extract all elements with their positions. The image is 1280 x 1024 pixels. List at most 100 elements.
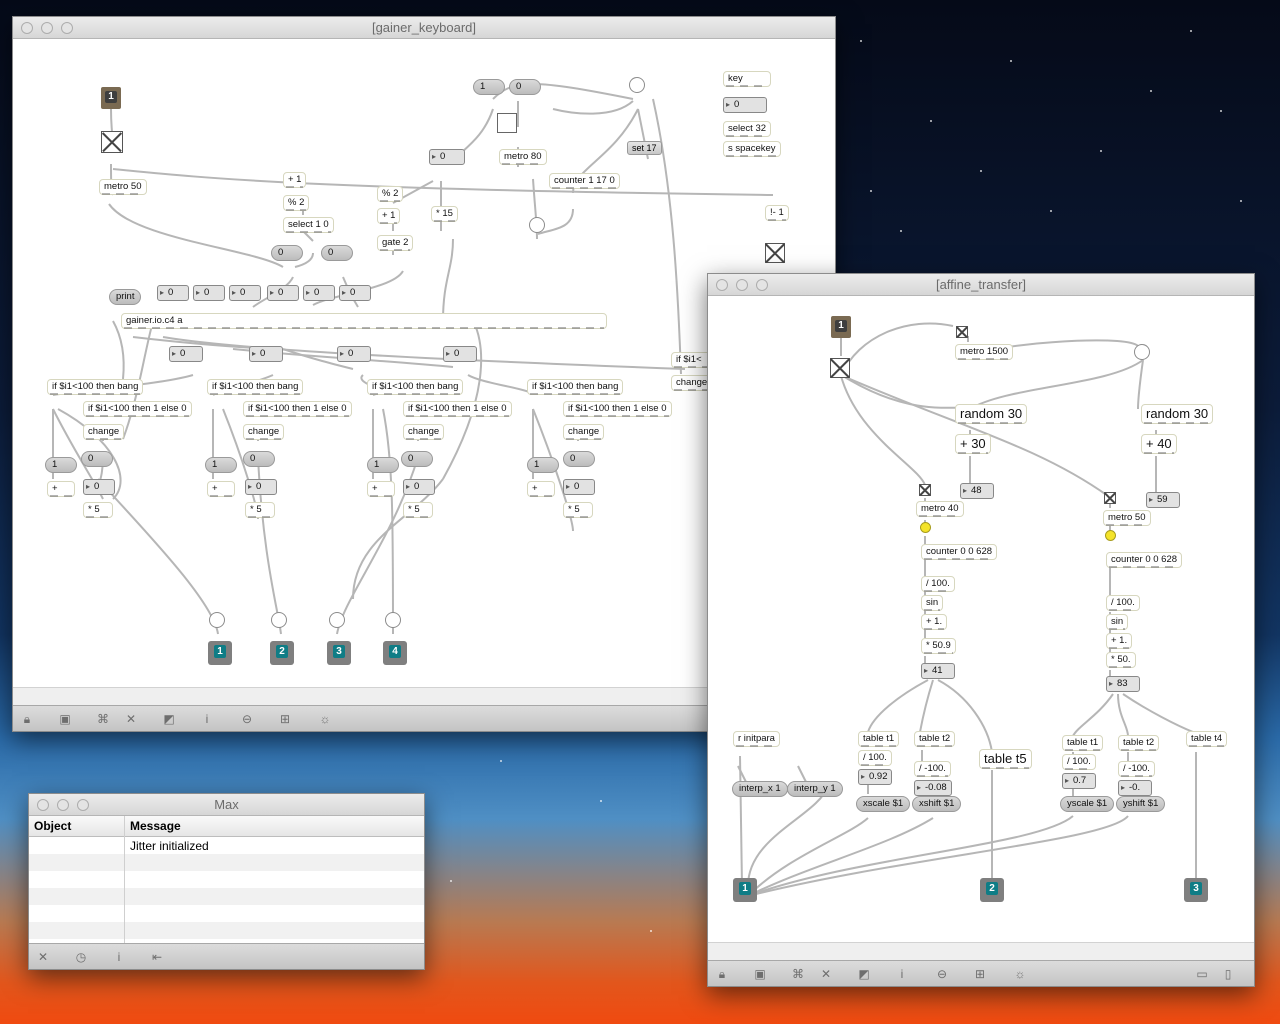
inlet-1[interactable]: 1 — [101, 87, 121, 109]
message-0-b[interactable]: 0 — [321, 245, 353, 261]
number-box-io-6[interactable]: 0 — [339, 285, 371, 301]
object-counter-a[interactable]: counter 0 0 628 — [921, 544, 998, 560]
object-gate-2[interactable]: gate 2 — [377, 235, 414, 251]
object-plus-1-b[interactable]: + 1 — [377, 208, 401, 224]
lock-icon[interactable]: 🔒︎ — [19, 711, 35, 727]
object-if-bang-3[interactable]: if $i1<100 then bang — [367, 379, 464, 395]
message-1[interactable]: 1 — [473, 79, 505, 95]
number-box-io-4[interactable]: 0 — [267, 285, 299, 301]
zoom-button[interactable] — [77, 799, 89, 811]
info-icon[interactable]: i — [894, 966, 910, 982]
inspector-icon[interactable]: ◩ — [161, 711, 177, 727]
toggle-main[interactable] — [830, 358, 850, 378]
outlet-3[interactable]: 3 — [1184, 878, 1208, 902]
number-box-0-top[interactable]: 0 — [429, 149, 465, 165]
inspector-icon[interactable]: ◩ — [856, 966, 872, 982]
info-icon[interactable]: i — [111, 949, 127, 965]
message-1-d[interactable]: 1 — [527, 457, 559, 473]
object-counter-b[interactable]: counter 0 0 628 — [1106, 552, 1183, 568]
clock-icon[interactable]: ◷ — [73, 949, 89, 965]
message-xshift[interactable]: xshift $1 — [912, 796, 962, 812]
object-table-t5[interactable]: table t5 — [979, 749, 1032, 769]
toggle-metro-40[interactable] — [919, 484, 931, 496]
bang-button-right[interactable] — [1134, 344, 1150, 360]
object-mul-50[interactable]: * 50. — [1106, 652, 1136, 668]
bang-button-out-4[interactable] — [385, 612, 401, 628]
zoom-button[interactable] — [61, 22, 73, 34]
message-0-e[interactable]: 0 — [401, 451, 433, 467]
object-table-t2-a[interactable]: table t2 — [914, 731, 956, 747]
inlet-1[interactable]: 1 — [831, 316, 851, 338]
object-select-1-0[interactable]: select 1 0 — [283, 217, 334, 233]
column-object[interactable]: Object — [34, 819, 71, 833]
number-box-analog-4[interactable]: 0 — [443, 346, 477, 362]
number-box-0-7[interactable]: 0.7 — [1062, 773, 1096, 789]
window-titlebar[interactable]: [affine_transfer] — [708, 274, 1254, 296]
number-box-io-2[interactable]: 0 — [193, 285, 225, 301]
object-metro-40[interactable]: metro 40 — [916, 501, 964, 517]
object-random-30-a[interactable]: random 30 — [955, 404, 1028, 424]
object-div-100-d[interactable]: / 100. — [1062, 754, 1096, 770]
object-metro-50[interactable]: metro 50 — [99, 179, 147, 195]
sun-icon[interactable]: ☼ — [317, 711, 333, 727]
outlet-1[interactable]: 1 — [208, 641, 232, 665]
close-button[interactable] — [21, 22, 33, 34]
object-table-t4[interactable]: table t4 — [1186, 731, 1228, 747]
object-send-spacekey[interactable]: s spacekey — [723, 141, 781, 157]
close-button[interactable] — [37, 799, 49, 811]
close-button[interactable] — [716, 279, 728, 291]
number-box-analog-2[interactable]: 0 — [249, 346, 283, 362]
object-plus-1[interactable]: + 1 — [283, 172, 307, 188]
minimize-button[interactable] — [57, 799, 69, 811]
outlet-1[interactable]: 1 — [733, 878, 757, 902]
object-table-t2-b[interactable]: table t2 — [1118, 735, 1160, 751]
toggle-main[interactable] — [101, 131, 123, 153]
object-mul-15[interactable]: * 15 — [431, 206, 458, 222]
patchcord-icon[interactable]: ⌘ — [790, 966, 806, 982]
object-gainer-io[interactable]: gainer.io.c4 a — [121, 313, 607, 329]
message-0[interactable]: 0 — [509, 79, 541, 95]
sun-icon[interactable]: ☼ — [1012, 966, 1028, 982]
object-plus-b[interactable]: + — [207, 481, 235, 497]
object-mod-2[interactable]: % 2 — [283, 195, 310, 211]
number-box-d[interactable]: 0 — [563, 479, 595, 495]
message-set-17[interactable]: set 17 — [627, 141, 662, 155]
toggle-square[interactable] — [497, 113, 517, 133]
message-1-c[interactable]: 1 — [367, 457, 399, 473]
object-if-bang-1[interactable]: if $i1<100 then bang — [47, 379, 144, 395]
outlet-4[interactable]: 4 — [383, 641, 407, 665]
patchcord-icon[interactable]: ⌘ — [95, 711, 111, 727]
object-div-100-c[interactable]: / 100. — [858, 750, 892, 766]
object-change-partial[interactable]: change — [671, 375, 711, 391]
outlet-3[interactable]: 3 — [327, 641, 351, 665]
info-icon[interactable]: i — [199, 711, 215, 727]
delete-icon[interactable]: ✕ — [818, 966, 834, 982]
number-box-analog-1[interactable]: 0 — [169, 346, 203, 362]
object-mul-5-b[interactable]: * 5 — [245, 502, 275, 518]
object-metro-80[interactable]: metro 80 — [499, 149, 547, 165]
object-if-else-2[interactable]: if $i1<100 then 1 else 0 — [243, 401, 352, 417]
message-print[interactable]: print — [109, 289, 142, 305]
delete-icon[interactable]: ✕ — [123, 711, 139, 727]
zoom-button[interactable] — [756, 279, 768, 291]
toggle-metro-1500[interactable] — [956, 326, 968, 338]
minimize-button[interactable] — [736, 279, 748, 291]
window-titlebar[interactable]: [gainer_keyboard] — [13, 17, 835, 39]
object-if-else-4[interactable]: if $i1<100 then 1 else 0 — [563, 401, 672, 417]
object-metro-1500[interactable]: metro 1500 — [955, 344, 1014, 360]
object-random-30-b[interactable]: random 30 — [1141, 404, 1214, 424]
window-titlebar[interactable]: Max — [29, 794, 424, 816]
object-sin-b[interactable]: sin — [1106, 614, 1129, 630]
presentation-icon[interactable]: ▣ — [752, 966, 768, 982]
object-mod-2-b[interactable]: % 2 — [377, 186, 404, 202]
object-change-3[interactable]: change — [403, 424, 445, 440]
message-interp-y[interactable]: interp_y 1 — [787, 781, 843, 797]
object-if-else-1[interactable]: if $i1<100 then 1 else 0 — [83, 401, 192, 417]
number-box-41[interactable]: 41 — [921, 663, 955, 679]
message-1-b[interactable]: 1 — [205, 457, 237, 473]
toggle-right[interactable] — [765, 243, 785, 263]
message-yshift[interactable]: yshift $1 — [1116, 796, 1166, 812]
bang-button-top[interactable] — [629, 77, 645, 93]
number-box-key[interactable]: 0 — [723, 97, 767, 113]
number-box-48[interactable]: 48 — [960, 483, 994, 499]
